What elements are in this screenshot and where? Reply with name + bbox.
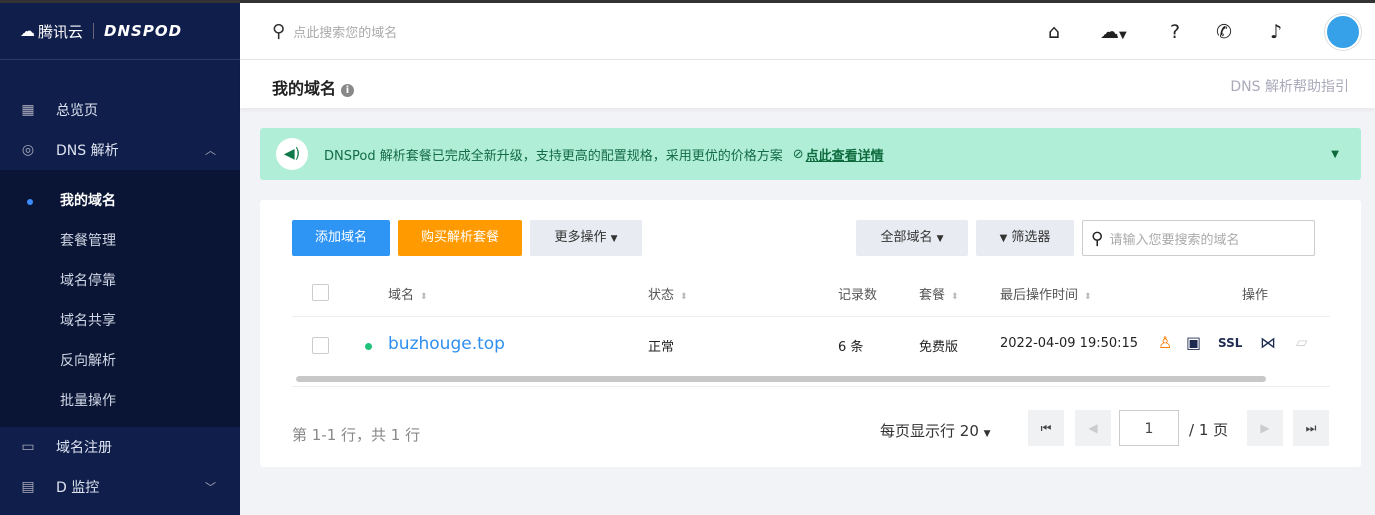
- notice-text: DNSPod 解析套餐已完成全新升级，支持更高的配置规格，采用更优的价格方案: [324, 148, 783, 164]
- sort-icon: ⬍: [680, 292, 688, 302]
- divider: [292, 316, 1330, 317]
- speaker-icon: ◀): [276, 138, 308, 170]
- sort-icon: ⬍: [1084, 292, 1092, 302]
- top-header: ⚲ 点此搜索您的域名 ⌂ ☁▼ ? ✆ ♪: [240, 3, 1375, 60]
- sidebar-item-label: 域名注册: [56, 440, 112, 456]
- cloud-menu-icon[interactable]: ☁▼: [1100, 21, 1127, 43]
- active-dot: [27, 199, 33, 205]
- cloud-icon: ☁: [20, 22, 35, 40]
- sidebar-sub-parking[interactable]: 域名停靠: [60, 270, 116, 290]
- record-count: 6 条: [838, 340, 864, 355]
- brand-product: DNSPOD: [104, 22, 183, 40]
- avatar[interactable]: [1325, 14, 1361, 50]
- calendar-icon: ▭: [21, 439, 35, 455]
- total-pages: / 1 页: [1189, 421, 1229, 439]
- global-search[interactable]: ⚲ 点此搜索您的域名: [272, 21, 397, 42]
- chevron-up-icon: ︿: [205, 144, 216, 157]
- add-domain-button[interactable]: 添加域名: [292, 220, 390, 256]
- search-placeholder: 请输入您要搜索的域名: [1109, 233, 1240, 248]
- sort-icon: ⬍: [420, 292, 428, 302]
- monitor-icon[interactable]: ▣: [1186, 333, 1201, 352]
- more-actions-label: 更多操作: [554, 230, 607, 245]
- divider: [292, 386, 1330, 387]
- help-guide-link[interactable]: DNS 解析帮助指引: [1230, 76, 1349, 96]
- sidebar-item-overview[interactable]: ▦ 总览页: [0, 90, 240, 130]
- divider: [93, 23, 95, 39]
- sort-icon: ⬍: [951, 292, 959, 302]
- row-checkbox[interactable]: [312, 337, 329, 354]
- horizontal-scrollbar[interactable]: [296, 376, 1266, 382]
- status-dot: [365, 343, 372, 350]
- ssl-button[interactable]: SSL: [1218, 336, 1242, 350]
- notice-banner: ◀) DNSPod 解析套餐已完成全新升级，支持更高的配置规格，采用更优的价格方…: [260, 128, 1361, 180]
- help-icon[interactable]: ?: [1170, 21, 1180, 43]
- wechat-icon[interactable]: ✆: [1216, 21, 1232, 43]
- sidebar-item-label: D 监控: [56, 480, 100, 496]
- bell-icon[interactable]: ♪: [1270, 21, 1282, 43]
- next-page-button[interactable]: ▶: [1247, 410, 1283, 446]
- monitor-icon: ▤: [21, 479, 35, 495]
- globe-icon: ◎: [21, 142, 35, 158]
- notice-details-link[interactable]: 点此查看详情: [806, 145, 884, 164]
- cdn-icon[interactable]: ⋈: [1260, 333, 1276, 352]
- domain-list-card: 添加域名 购买解析套餐 更多操作 ▼ 全部域名 ▼ ▼ 筛选器 ⚲ 请输入您要搜索…: [260, 200, 1361, 467]
- all-domains-dropdown[interactable]: 全部域名 ▼: [856, 220, 968, 256]
- sidebar-sub-plans[interactable]: 套餐管理: [60, 230, 116, 250]
- sidebar: ☁ 腾讯云 DNSPOD ▦ 总览页 ◎ DNS 解析 ︿ 我的域名 套餐管理 域名停…: [0, 3, 240, 515]
- link-icon: ⊘: [792, 146, 804, 162]
- header-plan[interactable]: 套餐 ⬍: [919, 284, 959, 303]
- domain-search-input[interactable]: ⚲ 请输入您要搜索的域名: [1082, 220, 1315, 256]
- sidebar-item-monitor[interactable]: ▤ D 监控 ﹀: [0, 467, 240, 507]
- domain-link[interactable]: buzhouge.top: [388, 334, 505, 354]
- search-input[interactable]: 点此搜索您的域名: [293, 22, 397, 41]
- header-time[interactable]: 最后操作时间 ⬍: [1000, 284, 1092, 303]
- edit-note-icon[interactable]: ▱: [1296, 333, 1308, 351]
- header-records: 记录数: [838, 288, 878, 303]
- caret-down-icon: ▼: [983, 429, 991, 439]
- per-page-select[interactable]: 每页显示行 20 ▼: [880, 420, 991, 441]
- prev-page-button[interactable]: ◀: [1075, 410, 1111, 446]
- caret-down-icon: ▼: [610, 234, 618, 244]
- page-number-input[interactable]: 1: [1119, 410, 1179, 446]
- sidebar-item-dns[interactable]: ◎ DNS 解析 ︿: [0, 130, 240, 170]
- sidebar-sub-batch[interactable]: 批量操作: [60, 390, 116, 410]
- last-page-button[interactable]: ⏭: [1293, 410, 1329, 446]
- filter-button[interactable]: ▼ 筛选器: [976, 220, 1074, 256]
- pagination-summary: 第 1-1 行，共 1 行: [292, 426, 421, 444]
- brand-cloud: 腾讯云: [38, 22, 84, 41]
- all-domains-label: 全部域名: [880, 230, 933, 245]
- rocket-icon[interactable]: ♙: [1158, 333, 1172, 352]
- caret-down-icon: ▼: [936, 234, 944, 244]
- info-icon[interactable]: i: [341, 84, 355, 97]
- filter-label: 筛选器: [1011, 230, 1051, 245]
- header-domain[interactable]: 域名 ⬍: [388, 284, 428, 303]
- expand-caret-icon[interactable]: ▼: [1331, 149, 1339, 160]
- sidebar-sub-sharing[interactable]: 域名共享: [60, 310, 116, 330]
- logo[interactable]: ☁ 腾讯云 DNSPOD: [0, 3, 240, 60]
- buy-plan-button[interactable]: 购买解析套餐: [398, 220, 522, 256]
- sidebar-submenu: [0, 170, 240, 427]
- chevron-down-icon: ﹀: [205, 481, 216, 494]
- sidebar-item-registration[interactable]: ▭ 域名注册: [0, 427, 240, 467]
- header-status[interactable]: 状态 ⬍: [648, 284, 688, 303]
- sidebar-item-label: 总览页: [56, 103, 98, 119]
- sidebar-sub-my-domains[interactable]: 我的域名: [60, 190, 116, 210]
- search-icon: ⚲: [272, 21, 286, 42]
- select-all-checkbox[interactable]: [312, 284, 329, 301]
- status-text: 正常: [648, 340, 675, 355]
- sidebar-item-label: DNS 解析: [56, 143, 119, 159]
- more-actions-button[interactable]: 更多操作 ▼: [530, 220, 642, 256]
- first-page-button[interactable]: ⏮: [1028, 410, 1064, 446]
- page-title-text: 我的域名: [272, 79, 337, 98]
- page-titlebar: 我的域名 i DNS 解析帮助指引: [240, 60, 1375, 108]
- sidebar-sub-reverse[interactable]: 反向解析: [60, 350, 116, 370]
- plan-name: 免费版: [919, 340, 959, 355]
- filter-icon: ▼: [999, 233, 1008, 244]
- home-icon[interactable]: ⌂: [1048, 21, 1060, 43]
- search-icon: ⚲: [1091, 229, 1104, 249]
- last-modified-time: 2022-04-09 19:50:15: [1000, 336, 1139, 351]
- header-actions: 操作: [1242, 288, 1269, 303]
- grid-icon: ▦: [21, 102, 35, 118]
- page-title: 我的域名 i: [272, 75, 355, 99]
